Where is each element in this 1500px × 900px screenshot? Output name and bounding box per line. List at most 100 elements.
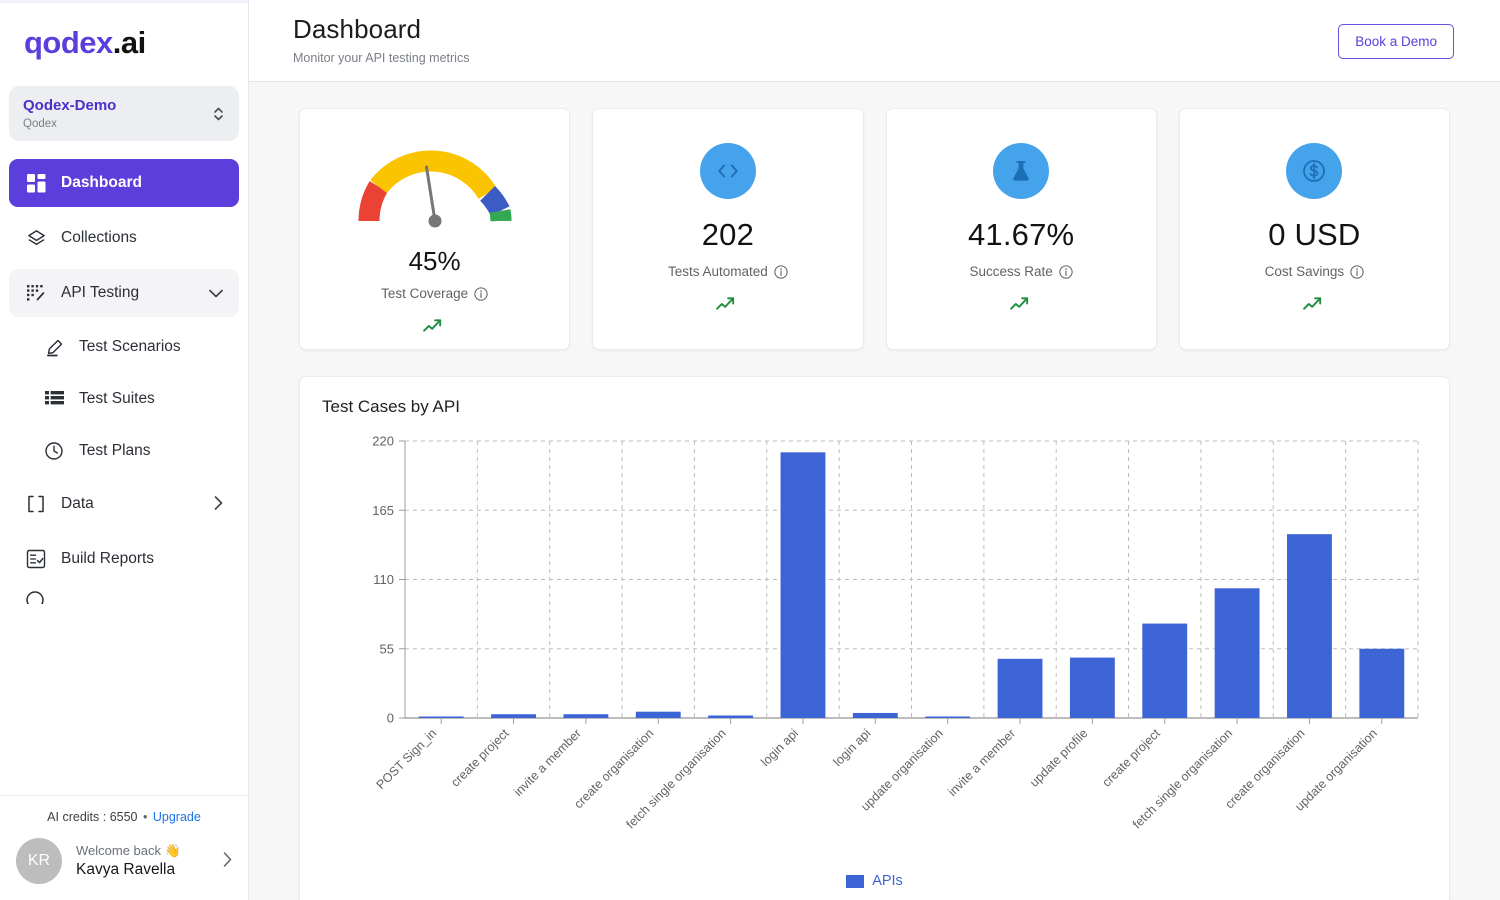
chart-title: Test Cases by API: [322, 397, 1427, 417]
kpi-label-row: Tests Automated: [668, 264, 788, 279]
trend-up-icon: [423, 317, 446, 339]
workspace-switcher[interactable]: Qodex-Demo Qodex: [9, 86, 239, 141]
kpi-value: 41.67%: [968, 217, 1074, 253]
sidebar-item-test-plans[interactable]: Test Plans: [9, 428, 239, 474]
bar[interactable]: [925, 717, 970, 719]
chevron-right-icon: [214, 496, 223, 513]
kpi-card-test-coverage: 45% Test Coverage: [299, 108, 570, 350]
kpi-label: Tests Automated: [668, 264, 768, 279]
x-axis-tick-label: login api: [758, 726, 801, 769]
bar[interactable]: [781, 452, 826, 718]
bar[interactable]: [998, 659, 1043, 718]
chevron-right-icon: [223, 852, 232, 871]
book-a-demo-button[interactable]: Book a Demo: [1338, 24, 1454, 59]
kpi-label-row: Test Coverage: [381, 286, 488, 301]
info-icon[interactable]: [1350, 265, 1364, 279]
trend-up-icon: [1303, 295, 1326, 317]
kpi-label: Test Coverage: [381, 286, 468, 301]
layers-icon: [25, 228, 47, 249]
ai-credits-value: 6550: [110, 810, 138, 824]
svg-text:0: 0: [387, 711, 394, 726]
bar[interactable]: [708, 715, 753, 718]
app-logo[interactable]: qodex.ai: [0, 3, 248, 68]
kpi-label-row: Cost Savings: [1265, 264, 1365, 279]
sidebar-item-dashboard[interactable]: Dashboard: [9, 159, 239, 207]
chevron-down-icon: [209, 286, 223, 301]
bar[interactable]: [563, 714, 608, 718]
sidebar-item-label: Test Plans: [79, 442, 151, 460]
sidebar-item-data[interactable]: Data: [9, 480, 239, 528]
sidebar-item-label: Dashboard: [61, 174, 142, 192]
sidebar-item-label: Test Scenarios: [79, 338, 181, 356]
grid-icon: [25, 174, 47, 193]
sidebar-item-label: Test Suites: [79, 390, 155, 408]
gauge-chart: [349, 125, 521, 242]
info-icon[interactable]: [1059, 265, 1073, 279]
sidebar-item-test-scenarios[interactable]: Test Scenarios: [9, 324, 239, 370]
bar[interactable]: [1142, 624, 1187, 718]
workspace-org: Qodex: [23, 118, 116, 130]
svg-text:110: 110: [373, 572, 394, 587]
bar[interactable]: [491, 714, 536, 718]
kpi-value: 45%: [409, 246, 461, 277]
kpi-value: 202: [702, 217, 754, 253]
kpi-label-row: Success Rate: [969, 264, 1072, 279]
sidebar-item-api-testing[interactable]: API Testing: [9, 269, 239, 317]
sidebar-item-collections[interactable]: Collections: [9, 214, 239, 262]
sidebar-item-partial-cutoff[interactable]: [9, 590, 239, 604]
app-root: qodex.ai Qodex-Demo Qodex Dashboard: [0, 0, 1500, 900]
welcome-text: Welcome back 👋: [76, 843, 181, 859]
bar[interactable]: [1070, 658, 1115, 718]
kpi-card-tests-automated: 202 Tests Automated: [592, 108, 863, 350]
sidebar-item-test-suites[interactable]: Test Suites: [9, 376, 239, 422]
bar-chart-svg: 055110165220POST Sign_increate projectin…: [300, 433, 1450, 900]
sidebar-item-label: Collections: [61, 229, 137, 247]
sidebar-item-label: Build Reports: [61, 550, 154, 568]
bar[interactable]: [853, 713, 898, 718]
trend-up-icon: [716, 295, 739, 317]
bar[interactable]: [419, 717, 464, 719]
x-axis-tick-label: invite a member: [511, 726, 584, 799]
bar[interactable]: [1287, 534, 1332, 718]
avatar: KR: [16, 838, 62, 884]
trend-up-icon: [1010, 295, 1033, 317]
sidebar-item-label: API Testing: [61, 284, 139, 302]
x-axis-tick-label: create project: [1099, 726, 1163, 790]
workspace-name: Qodex-Demo: [23, 97, 116, 115]
bar[interactable]: [636, 712, 681, 718]
logo-text-suffix: .ai: [113, 25, 146, 60]
kpi-card-row: 45% Test Coverage: [299, 108, 1450, 350]
kpi-label: Success Rate: [969, 264, 1052, 279]
chart-card-test-cases-by-api: Test Cases by API 055110165220POST Sign_…: [299, 376, 1450, 900]
user-name: Kavya Ravella: [76, 861, 181, 879]
bar-chart: 055110165220POST Sign_increate projectin…: [300, 433, 1449, 900]
info-icon[interactable]: [474, 287, 488, 301]
bar[interactable]: [1215, 588, 1260, 718]
legend-label: APIs: [872, 873, 903, 889]
credits-separator: •: [143, 810, 147, 824]
x-axis-tick-label: create organisation: [1223, 726, 1308, 811]
clock-icon: [43, 441, 65, 461]
ai-credits: AI credits : 6550 • Upgrade: [0, 810, 248, 824]
chart-legend: APIs: [300, 873, 1449, 889]
page-header: Dashboard Monitor your API testing metri…: [249, 0, 1500, 82]
ai-credits-prefix: AI credits :: [47, 810, 106, 824]
x-axis-tick-label: update profile: [1027, 726, 1090, 789]
kpi-card-cost-savings: 0 USD Cost Savings: [1179, 108, 1450, 350]
bar[interactable]: [1359, 649, 1404, 718]
dollar-icon: [1286, 143, 1342, 199]
x-axis-tick-label: update organisation: [858, 726, 946, 814]
sidebar-item-label: Data: [61, 495, 94, 513]
svg-text:220: 220: [372, 434, 394, 449]
x-axis-tick-label: login api: [831, 726, 874, 769]
svg-text:165: 165: [372, 503, 394, 518]
x-axis-tick-label: POST Sign_in: [374, 726, 440, 792]
kpi-label: Cost Savings: [1265, 264, 1345, 279]
user-profile-row[interactable]: KR Welcome back 👋 Kavya Ravella: [0, 838, 248, 884]
sidebar-item-build-reports[interactable]: Build Reports: [9, 535, 239, 583]
info-icon[interactable]: [774, 265, 788, 279]
sidebar: qodex.ai Qodex-Demo Qodex Dashboard: [0, 0, 249, 900]
legend-swatch: [846, 875, 864, 888]
upgrade-link[interactable]: Upgrade: [153, 810, 201, 824]
list-icon: [43, 391, 65, 408]
